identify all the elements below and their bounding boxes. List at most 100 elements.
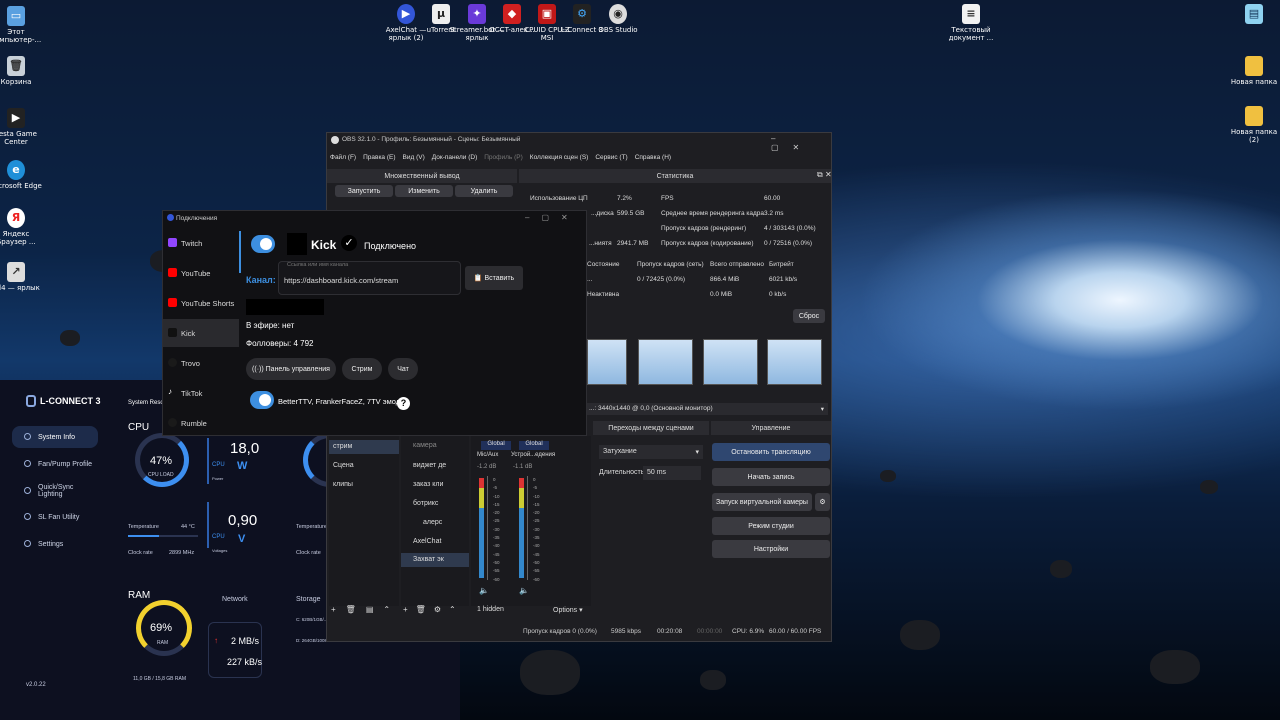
service-twitch[interactable]: Twitch (163, 229, 239, 257)
platform-name: Kick (311, 238, 337, 252)
menu-scene-collection[interactable]: Коллекция сцен (S) (530, 154, 589, 161)
virtual-cam-button[interactable]: Запуск виртуальной камеры (712, 493, 812, 511)
speaker-icon[interactable]: 🔈 (479, 586, 489, 595)
service-kick[interactable]: Kick (163, 319, 239, 347)
stats-row-bitrate: 0 kb/s (769, 291, 787, 298)
up-icon[interactable]: ⌃ (383, 605, 390, 614)
nav-lighting[interactable]: Quick/Sync Lighting (12, 480, 98, 502)
status-dropped: Пропуск кадров 0 (0.0%) (523, 628, 597, 635)
multi-edit-button[interactable]: Изменить (395, 185, 453, 197)
source-item[interactable]: Захват эк (401, 553, 469, 567)
window-controls[interactable]: –▢✕ (525, 213, 580, 222)
dashboard-button[interactable]: ((·)) Панель управления (246, 358, 336, 380)
desktop-icon-lesta[interactable]: ▶Lesta Game Center (0, 108, 44, 146)
menu-docks[interactable]: Док-панели (D) (432, 154, 477, 161)
service-youtube-shorts[interactable]: YouTube Shorts (163, 289, 239, 317)
service-tiktok[interactable]: ♪ TikTok (163, 379, 239, 407)
add-icon[interactable]: + (331, 605, 336, 614)
filter-icon[interactable]: ▤ (366, 605, 374, 614)
connection-toggle[interactable] (251, 235, 275, 253)
chat-button[interactable]: Чат (388, 358, 418, 380)
speaker-icon[interactable]: 🔈 (519, 586, 529, 595)
source-item[interactable]: камера (413, 442, 437, 449)
volume-slider[interactable] (487, 476, 488, 580)
scene-item[interactable]: стрим (329, 440, 399, 454)
paste-button[interactable]: 📋 Вставить (465, 266, 523, 290)
desktop-icon-obs[interactable]: ◉ OBS Studio (590, 4, 646, 34)
scene-item[interactable]: Сцена (333, 462, 354, 469)
up-icon[interactable]: ⌃ (449, 605, 456, 614)
upload-icon: ↑ (214, 636, 218, 645)
channel-input[interactable]: Ссылка или имя канала https://dashboard.… (278, 261, 461, 295)
twitch-icon (168, 238, 177, 247)
add-icon[interactable]: + (403, 605, 408, 614)
menu-profile[interactable]: Профиль (P) (484, 154, 523, 161)
monitor-thumb[interactable] (587, 339, 627, 385)
menu-view[interactable]: Вид (V) (403, 154, 425, 161)
fan-icon (24, 460, 31, 467)
menu-help[interactable]: Справка (H) (635, 154, 671, 161)
cpu-volt-label: Voltages (212, 548, 228, 553)
multi-start-button[interactable]: Запустить (335, 185, 393, 197)
duration-input[interactable]: 50 ms (643, 466, 701, 480)
source-item[interactable]: виджет де (413, 462, 446, 469)
folder-icon (1245, 56, 1263, 76)
scenes-panel: стрим Сцена клипы (329, 436, 399, 606)
monitor-thumb[interactable] (638, 339, 693, 385)
channel-label: Канал: (246, 275, 276, 285)
nav-settings[interactable]: Settings (12, 533, 98, 555)
version: v2.0.22 (26, 682, 46, 688)
nav-fan-pump[interactable]: Fan/Pump Profile (12, 453, 98, 475)
monitor-thumb[interactable] (703, 339, 758, 385)
connections-window: Подключения –▢✕ Twitch YouTube YouTube S… (162, 210, 587, 436)
help-icon[interactable]: ? (397, 397, 410, 410)
desktop-icon-recycle-top[interactable]: ▤ (1226, 4, 1280, 26)
nav-fan-utility[interactable]: SL Fan Utility (12, 506, 98, 528)
multi-delete-button[interactable]: Удалить (455, 185, 513, 197)
desktop-icon-edge[interactable]: eMicrosoft Edge (0, 160, 44, 190)
desktop-icon-rel4[interactable]: ↗rel4 — ярлык (0, 262, 44, 292)
stats-close-icon[interactable]: ✕ (825, 170, 832, 179)
trash-icon[interactable]: 🗑 (416, 605, 426, 614)
scene-item[interactable]: клипы (333, 481, 353, 488)
stats-float-icon[interactable]: ⧉ (817, 170, 823, 180)
window-controls[interactable]: –▢✕ (771, 134, 831, 152)
menu-tools[interactable]: Сервис (T) (595, 154, 627, 161)
stats-reset-button[interactable]: Сброс (793, 309, 825, 323)
ram-sub: RAM (157, 640, 169, 646)
source-item[interactable]: AxelChat (413, 538, 441, 545)
service-youtube[interactable]: YouTube (163, 259, 239, 287)
service-trovo[interactable]: Trovo (163, 349, 239, 377)
trash-icon[interactable]: 🗑 (346, 605, 356, 614)
options-menu[interactable]: Options ▾ (553, 606, 583, 614)
menu-file[interactable]: Файл (F) (330, 154, 356, 161)
settings-button[interactable]: Настройки (712, 540, 830, 558)
virtual-cam-settings-icon[interactable]: ⚙ (815, 493, 830, 511)
clipboard-icon: 📋 (473, 275, 485, 282)
service-rumble[interactable]: Rumble (163, 409, 239, 437)
menu-edit[interactable]: Правка (E) (363, 154, 395, 161)
status-bar: Пропуск кадров 0 (0.0%) 5985 kbps 00:20:… (327, 623, 831, 641)
start-record-button[interactable]: Начать запись (712, 468, 830, 486)
monitor-thumb[interactable] (767, 339, 822, 385)
desktop-icon-this-pc[interactable]: ▭Этот компьютер-... (0, 6, 44, 44)
source-item[interactable]: ботрикс (413, 500, 438, 507)
trash-icon: 🗑 (7, 56, 25, 76)
desktop-icon-recycle-bin[interactable]: 🗑 Корзина (0, 56, 44, 86)
source-item[interactable]: заказ кли (413, 481, 443, 488)
desktop-icon-textdoc[interactable]: ≡ Текстовый документ ... (943, 4, 999, 42)
stream-button[interactable]: Стрим (342, 358, 382, 380)
gear-icon[interactable]: ⚙ (434, 605, 441, 614)
desktop-icon-yandex[interactable]: Я Яндекс Браузер ... (0, 208, 44, 246)
source-item[interactable]: алерс (423, 519, 442, 526)
desktop-icon-new-folder[interactable]: Новая папка (1226, 56, 1280, 86)
monitor-select[interactable]: ...: 3440x1440 @ 0,0 (Основной монитор) ▾ (585, 403, 828, 415)
desktop-icon-new-folder-2[interactable]: Новая папка (2) (1226, 106, 1280, 144)
live-status: В эфире: нет (246, 321, 295, 330)
emotes-toggle[interactable] (250, 391, 274, 409)
volume-slider[interactable] (527, 476, 528, 580)
stop-stream-button[interactable]: Остановить трансляцию (712, 443, 830, 461)
nav-system-info[interactable]: System Info (12, 426, 98, 448)
studio-mode-button[interactable]: Режим студии (712, 517, 830, 535)
transition-select[interactable]: Затухание ▾ (599, 445, 703, 459)
